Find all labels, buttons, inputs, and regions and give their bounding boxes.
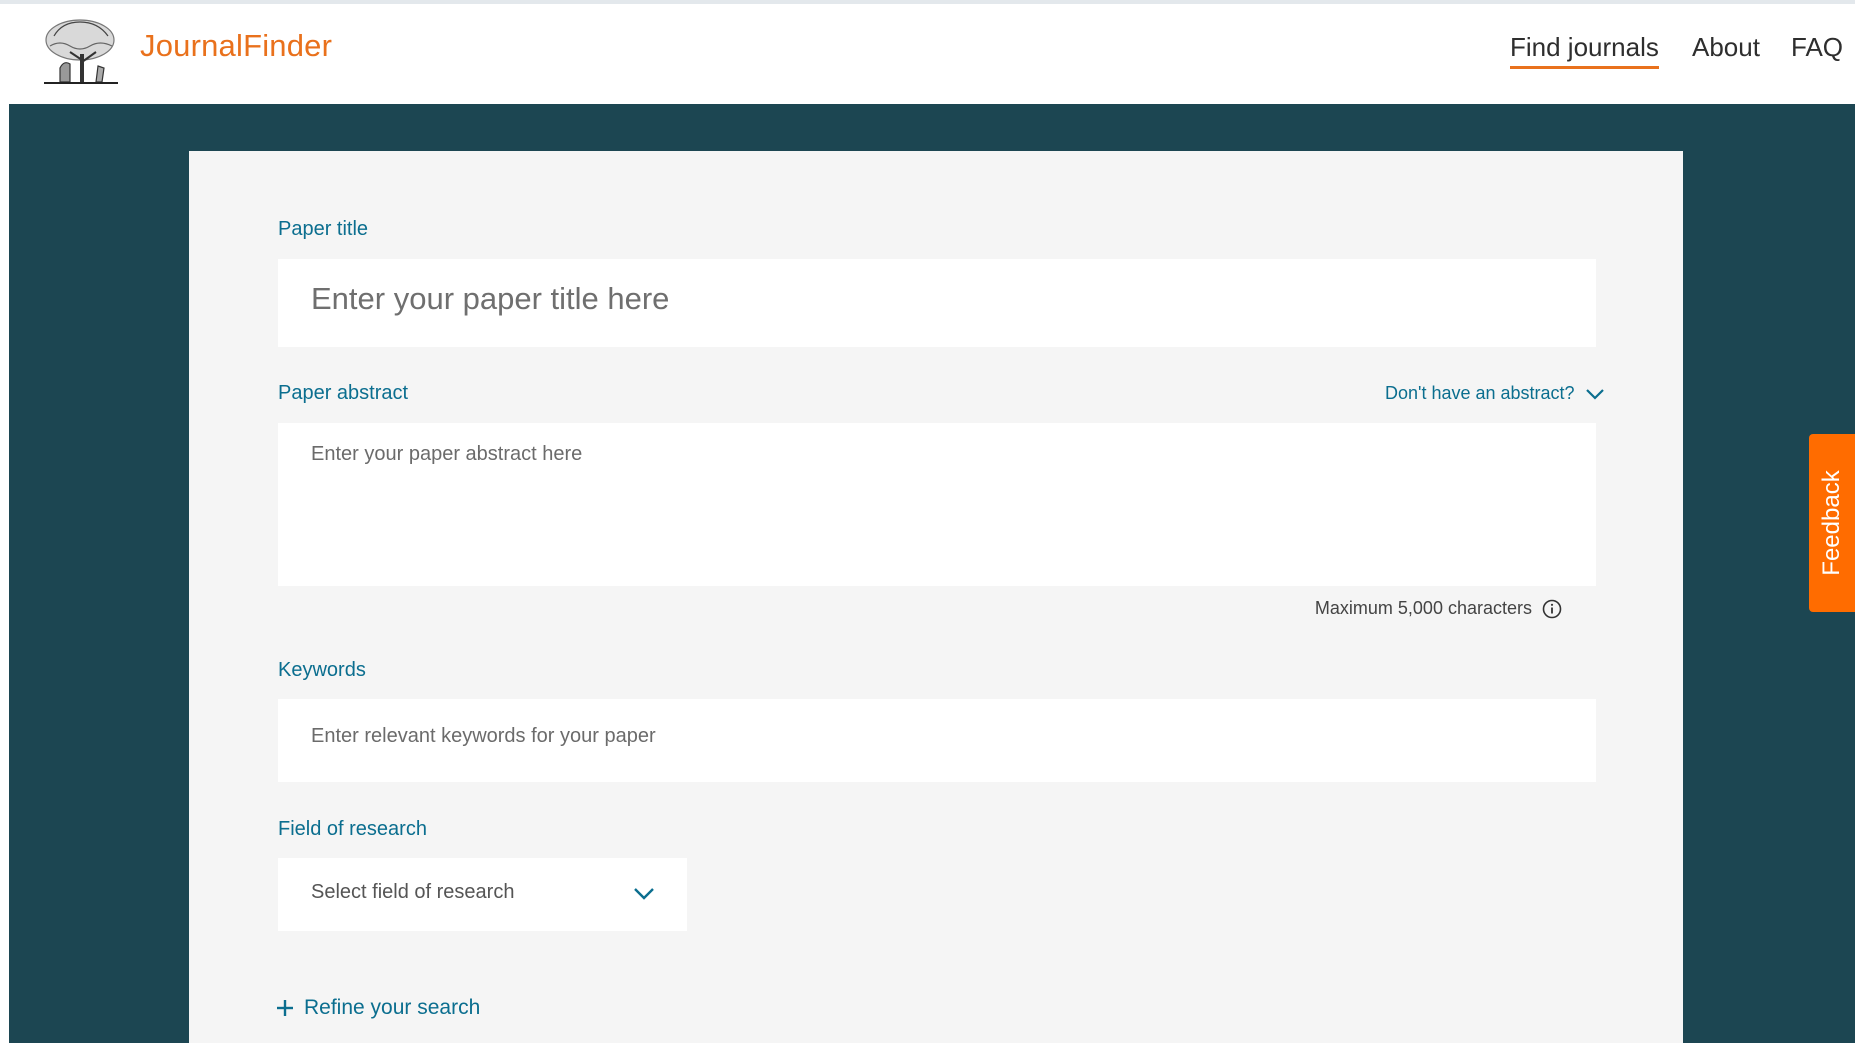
nav-faq[interactable]: FAQ [1791, 32, 1843, 63]
no-abstract-toggle[interactable]: Don't have an abstract? [1385, 383, 1605, 404]
plus-icon [277, 1000, 293, 1016]
elsevier-tree-logo-icon[interactable] [42, 16, 120, 86]
nav-about[interactable]: About [1692, 32, 1760, 63]
chevron-down-icon [1585, 388, 1604, 400]
left-strip [0, 4, 9, 1043]
no-abstract-link[interactable]: Don't have an abstract? [1385, 383, 1575, 404]
paper-title-label: Paper title [278, 218, 369, 240]
keywords-label: Keywords [278, 659, 366, 681]
chevron-down-icon [634, 888, 654, 900]
keywords-input[interactable]: Enter relevant keywords for your paper [278, 699, 1596, 782]
feedback-tab[interactable]: Feedback [1809, 434, 1855, 612]
paper-abstract-placeholder: Enter your paper abstract here [311, 443, 583, 465]
max-chars-note: Maximum 5,000 characters [1315, 598, 1562, 619]
paper-abstract-textarea[interactable]: Enter your paper abstract here [278, 423, 1596, 586]
field-of-research-value: Select field of research [311, 881, 515, 903]
info-icon[interactable] [1542, 599, 1562, 619]
paper-abstract-label: Paper abstract [278, 382, 409, 404]
refine-search-label[interactable]: Refine your search [304, 996, 480, 1020]
paper-title-placeholder: Enter your paper title here [311, 281, 670, 316]
max-chars-text: Maximum 5,000 characters [1314, 598, 1532, 618]
field-of-research-select[interactable]: Select field of research [278, 858, 687, 931]
keywords-placeholder: Enter relevant keywords for your paper [311, 725, 656, 747]
site-header: JournalFinder Find journals About FAQ [9, 4, 1855, 104]
paper-title-input[interactable]: Enter your paper title here [278, 259, 1596, 347]
nav-find-journals[interactable]: Find journals [1510, 32, 1659, 69]
field-of-research-label: Field of research [278, 818, 427, 840]
brand-name[interactable]: JournalFinder [140, 28, 332, 64]
refine-search-toggle[interactable]: Refine your search [276, 996, 480, 1020]
feedback-label[interactable]: Feedback [1818, 470, 1846, 575]
